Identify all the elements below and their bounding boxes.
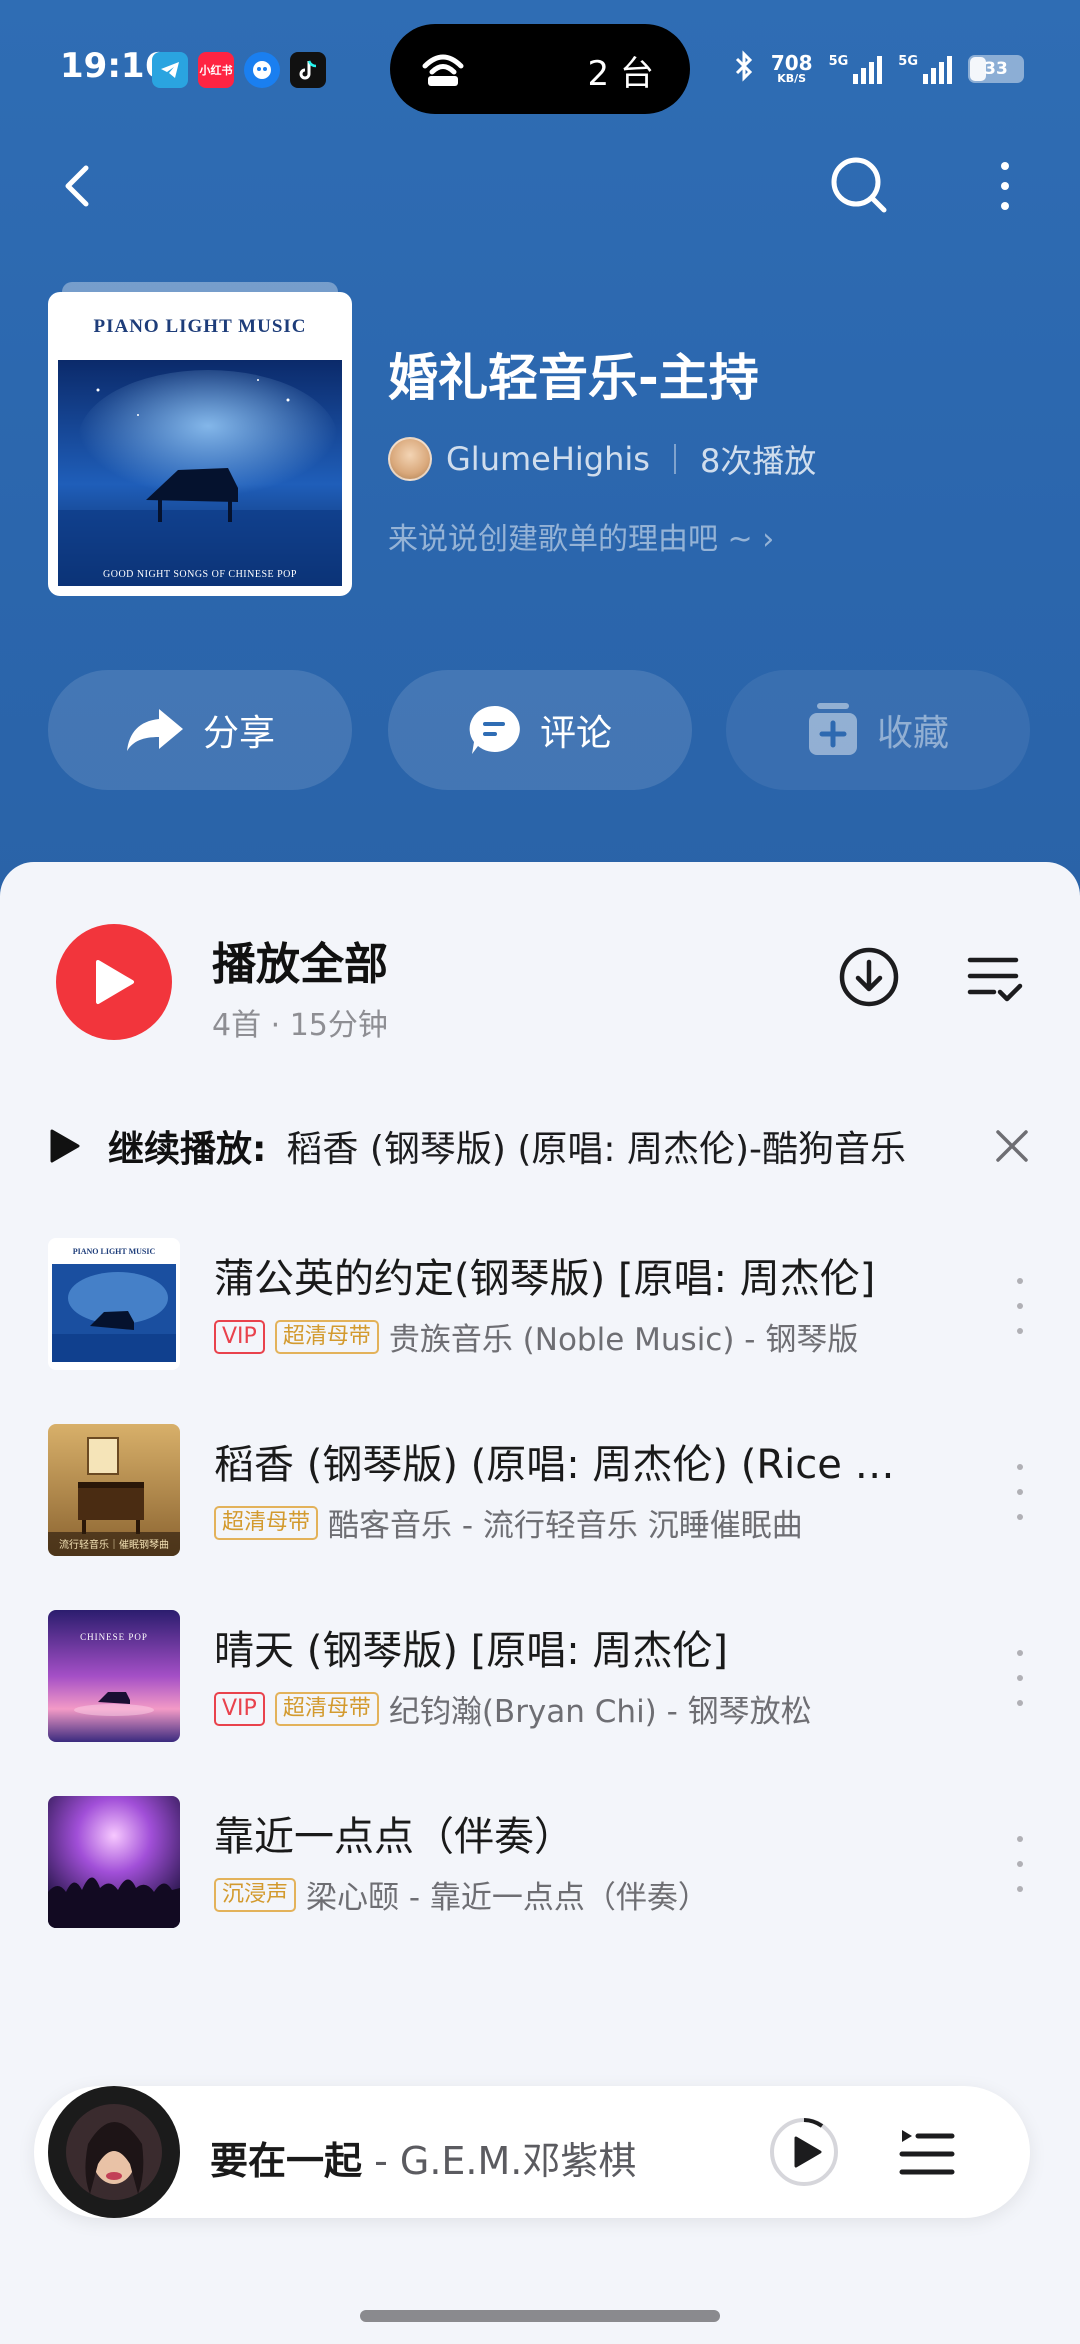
playlist-cover-art: PIANO LIGHT MUSIC GOOD NIGHT SONGS OF CH…	[48, 292, 352, 596]
search-button[interactable]	[824, 148, 894, 220]
song-title: 靠近一点点（伴奏）	[214, 1814, 574, 1860]
back-button[interactable]	[50, 150, 110, 220]
divider	[673, 444, 676, 474]
now-playing-song: 要在一起	[210, 2139, 363, 2183]
play-progress-icon	[770, 2118, 838, 2186]
quality-badge: 超清母带	[274, 1319, 379, 1354]
status-bar: 19:16 小红书 2 台 708 KB/S 5G 5G 33	[0, 0, 1080, 140]
quality-badge: 超清母带	[214, 1505, 319, 1540]
play-small-icon	[50, 1129, 80, 1163]
comment-icon	[469, 705, 520, 754]
song-artist: 酷客音乐 - 流行轻音乐 沉睡催眠曲	[328, 1508, 803, 1544]
quality-badge: 沉浸声	[214, 1877, 297, 1912]
playlist-title: 婚礼轻音乐-主持	[388, 349, 759, 407]
status-app-icons: 小红书	[152, 52, 326, 88]
assistant-icon	[244, 52, 280, 88]
telegram-icon	[152, 52, 188, 88]
bluetooth-icon	[733, 50, 755, 87]
dynamic-island: 2 台	[390, 24, 690, 114]
play-icon	[96, 960, 134, 1004]
share-icon	[126, 709, 183, 751]
now-playing-disc[interactable]	[48, 2086, 180, 2218]
queue-icon	[899, 2130, 955, 2175]
continue-playback-bar[interactable]: 继续播放: 稻香 (钢琴版) (原唱: 周杰伦)-酷狗音乐	[48, 1116, 1032, 1176]
song-row[interactable]: 靠近一点点（伴奏） 沉浸声 梁心颐 - 靠近一点点（伴奏）	[48, 1796, 1032, 1928]
continue-label: 继续播放:	[108, 1129, 267, 1170]
song-title: 稻香 (钢琴版) (原唱: 周杰伦) (Rice Field)	[214, 1442, 914, 1488]
vip-badge: VIP	[214, 1691, 265, 1726]
hotspot-icon	[420, 50, 466, 92]
svg-text:流行轻音乐｜催眠钢琴曲: 流行轻音乐｜催眠钢琴曲	[59, 1538, 169, 1551]
song-artist: 梁心颐 - 靠近一点点（伴奏）	[306, 1880, 709, 1916]
tiktok-icon	[290, 52, 326, 88]
song-title: 晴天 (钢琴版) [原唱: 周杰伦]	[214, 1628, 729, 1674]
share-button[interactable]: 分享	[48, 670, 352, 790]
network-speed: 708 KB/S	[770, 51, 813, 85]
status-indicators: 708 KB/S 5G 5G 33	[733, 50, 1024, 87]
song-more-icon[interactable]	[1008, 1464, 1032, 1520]
cover-title: PIANO LIGHT MUSIC	[93, 316, 307, 337]
play-all-title[interactable]: 播放全部	[212, 928, 388, 992]
collect-button[interactable]: 收藏	[726, 670, 1030, 790]
home-indicator[interactable]	[360, 2310, 720, 2322]
song-thumbnail: PIANO LIGHT MUSIC	[48, 1238, 180, 1370]
play-count: 8次播放	[699, 442, 817, 480]
playlist-description-link[interactable]: 来说说创建歌单的理由吧 ~ ›	[388, 514, 774, 558]
signal-icon: 5G	[898, 54, 952, 84]
song-thumbnail	[48, 1796, 180, 1928]
song-thumbnail: 流行轻音乐｜催眠钢琴曲	[48, 1424, 180, 1556]
song-artist: 贵族音乐 (Noble Music) - 钢琴版	[388, 1322, 859, 1358]
creator-name[interactable]: GlumeHighis	[446, 440, 650, 478]
playlist-cover[interactable]: PIANO LIGHT MUSIC GOOD NIGHT SONGS OF CH…	[48, 282, 352, 596]
collect-plus-icon	[808, 703, 857, 755]
back-arrow-icon	[65, 165, 89, 207]
search-icon	[831, 157, 887, 213]
continue-song: 稻香 (钢琴版) (原唱: 周杰伦)-酷狗音乐	[286, 1129, 907, 1170]
song-more-icon[interactable]	[1008, 1278, 1032, 1334]
song-title: 蒲公英的约定(钢琴版) [原唱: 周杰伦]	[214, 1256, 876, 1302]
piano-night-image	[58, 360, 342, 586]
play-all-button[interactable]	[56, 924, 172, 1040]
island-device-count: 2 台	[587, 54, 654, 94]
song-more-icon[interactable]	[1008, 1650, 1032, 1706]
now-playing-text: 要在一起 - G.E.M.邓紫棋	[210, 2130, 636, 2185]
close-icon[interactable]	[992, 1126, 1032, 1166]
creator-row[interactable]: GlumeHighis 8次播放	[388, 436, 816, 482]
song-artist: 纪钧瀚(Bryan Chi) - 钢琴放松	[388, 1694, 812, 1730]
xiaohongshu-icon: 小红书	[198, 52, 234, 88]
mini-play-button[interactable]	[768, 2116, 840, 2188]
now-playing-artist: - G.E.M.邓紫棋	[362, 2139, 637, 2183]
battery-icon: 33	[968, 54, 1024, 83]
now-playing-artwork	[66, 2104, 162, 2200]
download-button[interactable]	[836, 944, 902, 1010]
more-vertical-icon	[1001, 162, 1009, 210]
song-more-icon[interactable]	[1008, 1836, 1032, 1892]
more-options-button[interactable]	[980, 150, 1030, 220]
play-all-meta: 4首 · 15分钟	[212, 1008, 388, 1043]
playlist-queue-button[interactable]	[898, 2124, 956, 2180]
mini-player[interactable]: 要在一起 - G.E.M.邓紫棋	[34, 2086, 1030, 2218]
song-row[interactable]: 流行轻音乐｜催眠钢琴曲 稻香 (钢琴版) (原唱: 周杰伦) (Rice Fie…	[48, 1424, 1032, 1556]
download-icon	[839, 947, 899, 1007]
song-row[interactable]: PIANO LIGHT MUSIC 蒲公英的约定(钢琴版) [原唱: 周杰伦] …	[48, 1238, 1032, 1370]
svg-text:CHINESE POP: CHINESE POP	[80, 1632, 148, 1642]
svg-text:PIANO LIGHT MUSIC: PIANO LIGHT MUSIC	[73, 1247, 156, 1256]
vip-badge: VIP	[214, 1319, 265, 1354]
signal-icon: 5G	[829, 54, 883, 84]
manage-list-button[interactable]	[966, 952, 1024, 1006]
comment-button[interactable]: 评论	[388, 670, 692, 790]
quality-badge: 超清母带	[274, 1691, 379, 1726]
creator-avatar[interactable]	[388, 437, 432, 481]
list-check-icon	[967, 957, 1023, 1002]
song-row[interactable]: CHINESE POP 晴天 (钢琴版) [原唱: 周杰伦] VIP 超清母带 …	[48, 1610, 1032, 1742]
cover-subtitle: GOOD NIGHT SONGS OF CHINESE POP	[103, 569, 297, 580]
song-thumbnail: CHINESE POP	[48, 1610, 180, 1742]
